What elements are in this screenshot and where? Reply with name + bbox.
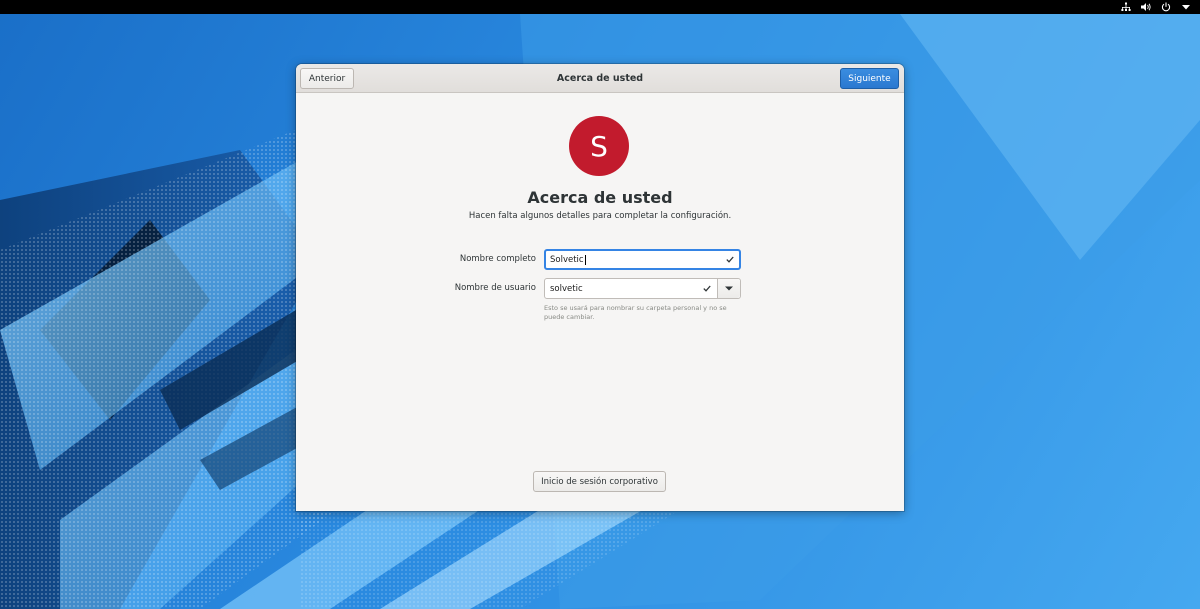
avatar[interactable]: S: [569, 116, 629, 176]
power-icon[interactable]: [1160, 1, 1172, 13]
system-tray[interactable]: [1120, 0, 1192, 14]
username-combo[interactable]: solvetic: [544, 278, 741, 299]
chevron-down-icon: [725, 284, 733, 294]
avatar-initial: S: [590, 129, 608, 163]
network-icon[interactable]: [1120, 1, 1132, 13]
check-icon: [703, 279, 711, 298]
volume-icon[interactable]: [1140, 1, 1152, 13]
username-label: Nombre de usuario: [454, 283, 536, 293]
username-hint: Esto se usará para nombrar su carpeta pe…: [544, 304, 727, 321]
window-title: Acerca de usted: [556, 73, 644, 84]
fullname-input[interactable]: Solvetic: [544, 249, 741, 270]
text-caret: [584, 254, 586, 265]
next-button[interactable]: Siguiente: [840, 68, 899, 89]
top-bar: [0, 0, 1200, 14]
username-dropdown-button[interactable]: [718, 279, 740, 298]
username-value: solvetic: [550, 283, 583, 294]
check-icon: [726, 251, 734, 268]
page-title: Acerca de usted: [527, 188, 673, 207]
header-bar: Anterior Acerca de usted Siguiente: [296, 64, 904, 93]
page-subtitle: Hacen falta algunos detalles para comple…: [468, 211, 732, 221]
chevron-down-icon[interactable]: [1180, 1, 1192, 13]
fullname-value: Solvetic: [550, 254, 584, 265]
fullname-label: Nombre completo: [459, 254, 536, 264]
enterprise-login-button[interactable]: Inicio de sesión corporativo: [533, 471, 666, 492]
setup-window: Anterior Acerca de usted Siguiente S Ace…: [296, 64, 904, 511]
